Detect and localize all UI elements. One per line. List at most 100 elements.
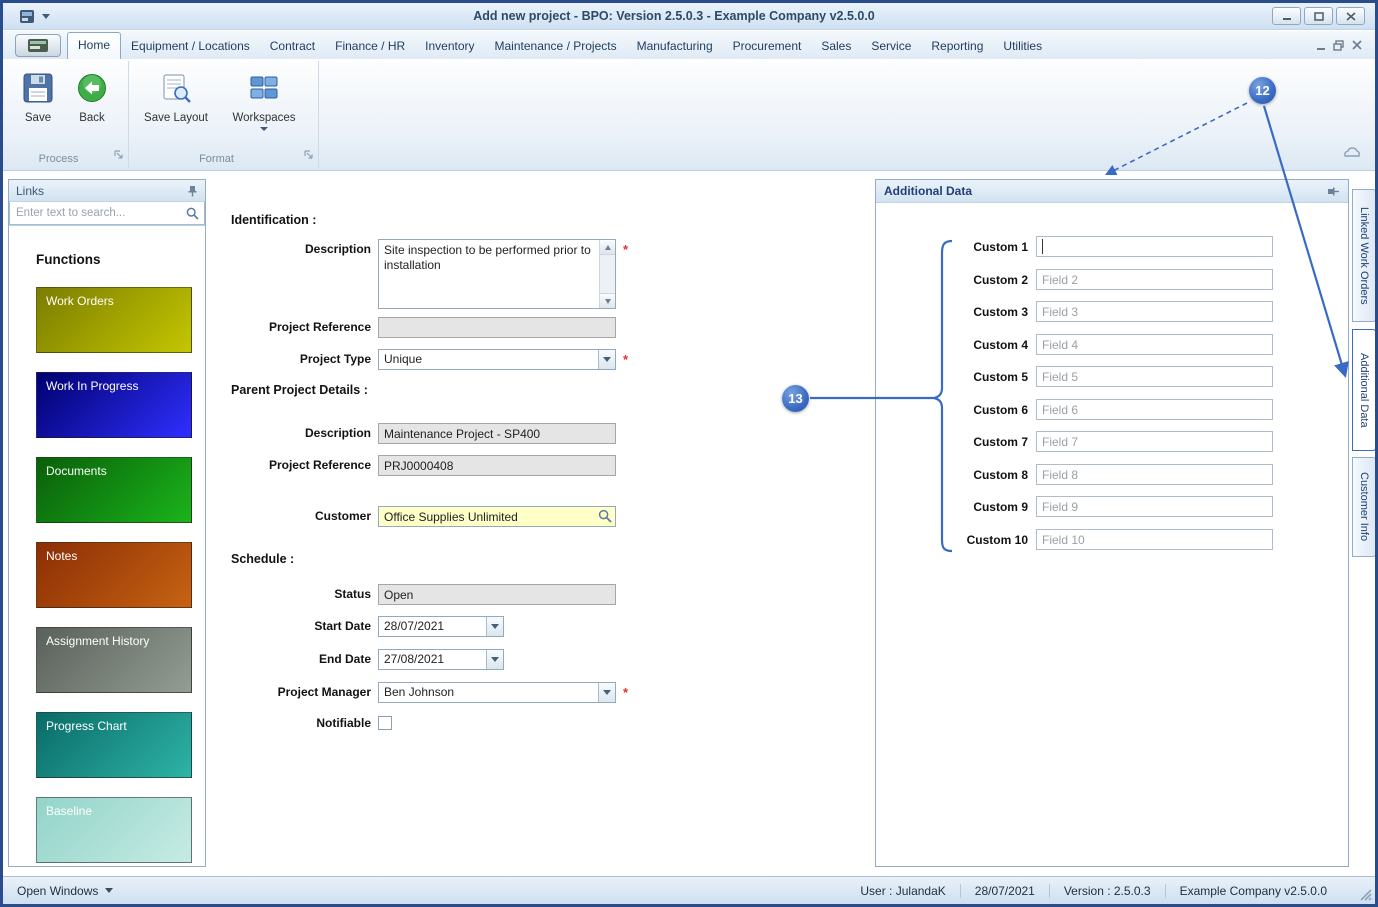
scroll-up-icon[interactable] xyxy=(600,240,615,255)
tab-finance-hr[interactable]: Finance / HR xyxy=(325,34,415,59)
project-reference-field xyxy=(378,317,616,338)
open-windows-dropdown-icon xyxy=(105,888,114,893)
start-date-row: Start Date 28/07/2021 xyxy=(228,616,504,637)
resize-grip-icon[interactable] xyxy=(1358,887,1372,901)
dropdown-arrow-icon[interactable] xyxy=(486,650,503,669)
tab-contract[interactable]: Contract xyxy=(260,34,325,59)
custom-10-row: Custom 10 xyxy=(878,529,1273,550)
minimize-button[interactable] xyxy=(1272,7,1301,25)
scroll-down-icon[interactable] xyxy=(600,293,615,308)
links-panel-title: Links xyxy=(16,183,45,198)
description-textarea[interactable]: Site inspection to be performed prior to… xyxy=(379,240,615,308)
custom-8-input[interactable] xyxy=(1036,464,1273,485)
tab-maintenance-projects[interactable]: Maintenance / Projects xyxy=(485,34,627,59)
project-reference-row: Project Reference xyxy=(228,317,616,338)
pin-icon[interactable] xyxy=(1327,186,1340,197)
status-row: Status xyxy=(228,584,616,605)
format-dialog-launcher-icon[interactable] xyxy=(304,146,313,164)
save-button[interactable]: Save xyxy=(11,69,65,124)
open-windows-button[interactable]: Open Windows xyxy=(3,884,114,898)
workspaces-button[interactable]: Workspaces xyxy=(225,69,303,131)
status-date: 28/07/2021 xyxy=(959,883,1049,898)
project-form: Identification : Description Site inspec… xyxy=(228,205,678,765)
custom-1-input[interactable] xyxy=(1036,236,1273,257)
project-type-value: Unique xyxy=(384,352,423,366)
custom-9-input[interactable] xyxy=(1036,496,1273,517)
tab-manufacturing[interactable]: Manufacturing xyxy=(627,34,723,59)
search-icon xyxy=(186,207,199,220)
end-date-picker[interactable]: 27/08/2021 xyxy=(378,649,504,670)
dropdown-arrow-icon[interactable] xyxy=(486,617,503,636)
custom-2-input[interactable] xyxy=(1036,269,1273,290)
save-layout-icon xyxy=(159,71,193,105)
customer-input[interactable] xyxy=(378,506,616,527)
notifiable-label: Notifiable xyxy=(316,716,371,730)
pin-icon[interactable] xyxy=(187,185,198,197)
start-date-picker[interactable]: 28/07/2021 xyxy=(378,616,504,637)
search-input[interactable] xyxy=(9,202,205,225)
back-button[interactable]: Back xyxy=(65,69,119,124)
tile-progress-chart[interactable]: Progress Chart xyxy=(36,712,192,778)
tile-work-orders[interactable]: Work Orders xyxy=(36,287,192,353)
customer-lookup-icon[interactable] xyxy=(598,509,612,523)
custom-4-row: Custom 4 xyxy=(878,334,1273,355)
mdi-close-icon[interactable] xyxy=(1351,40,1363,51)
back-button-label: Back xyxy=(79,112,105,124)
project-type-combobox[interactable]: Unique xyxy=(378,349,616,370)
custom-10-input[interactable] xyxy=(1036,529,1273,550)
functions-heading: Functions xyxy=(36,252,101,267)
tab-home[interactable]: Home xyxy=(67,32,122,59)
workspaces-icon xyxy=(247,71,281,105)
save-layout-button-label: Save Layout xyxy=(144,112,208,124)
mdi-minimize-icon[interactable] xyxy=(1315,40,1327,51)
tab-service[interactable]: Service xyxy=(861,34,921,59)
tile-notes[interactable]: Notes xyxy=(36,542,192,608)
ribbon-options-icon[interactable] xyxy=(1343,145,1361,163)
tab-reporting[interactable]: Reporting xyxy=(921,34,993,59)
tab-inventory[interactable]: Inventory xyxy=(415,34,484,59)
links-panel-body: Functions Work Orders Work In Progress D… xyxy=(9,226,205,866)
tab-procurement[interactable]: Procurement xyxy=(723,34,812,59)
tab-utilities[interactable]: Utilities xyxy=(993,34,1052,59)
side-tab-additional-data[interactable]: Additional Data xyxy=(1352,329,1375,451)
project-manager-required-marker: * xyxy=(623,685,629,700)
custom-2-row: Custom 2 xyxy=(878,269,1273,290)
side-tab-linked-work-orders[interactable]: Linked Work Orders xyxy=(1352,189,1375,322)
description-field[interactable]: Site inspection to be performed prior to… xyxy=(378,239,616,309)
custom-6-input[interactable] xyxy=(1036,399,1273,420)
dropdown-arrow-icon[interactable] xyxy=(598,350,615,369)
tile-work-in-progress[interactable]: Work In Progress xyxy=(36,372,192,438)
dropdown-arrow-icon[interactable] xyxy=(598,683,615,702)
side-tab-strip: Linked Work Orders Additional Data Custo… xyxy=(1352,179,1375,867)
application-menu-button[interactable] xyxy=(15,34,61,57)
maximize-button[interactable] xyxy=(1304,7,1333,25)
tab-equipment-locations[interactable]: Equipment / Locations xyxy=(121,34,260,59)
save-icon xyxy=(21,71,55,105)
close-button[interactable] xyxy=(1336,7,1365,25)
mdi-restore-icon[interactable] xyxy=(1333,40,1345,51)
side-tab-customer-info[interactable]: Customer Info xyxy=(1352,457,1375,557)
custom-7-label: Custom 7 xyxy=(973,434,1028,449)
tile-documents[interactable]: Documents xyxy=(36,457,192,523)
process-dialog-launcher-icon[interactable] xyxy=(114,146,123,164)
section-identification: Identification : xyxy=(231,213,317,227)
custom-4-input[interactable] xyxy=(1036,334,1273,355)
status-user: User : JulandaK xyxy=(860,883,946,898)
custom-7-input[interactable] xyxy=(1036,431,1273,452)
customer-field[interactable] xyxy=(378,506,616,527)
tab-sales[interactable]: Sales xyxy=(811,34,861,59)
workspaces-button-label: Workspaces xyxy=(232,112,296,124)
custom-5-input[interactable] xyxy=(1036,366,1273,387)
notifiable-row: Notifiable xyxy=(228,713,392,734)
save-layout-button[interactable]: Save Layout xyxy=(137,69,215,124)
project-manager-combobox[interactable]: Ben Johnson xyxy=(378,682,616,703)
tile-baseline[interactable]: Baseline xyxy=(36,797,192,863)
notifiable-checkbox[interactable] xyxy=(378,716,392,730)
tile-assignment-history[interactable]: Assignment History xyxy=(36,627,192,693)
qat-dropdown-icon[interactable] xyxy=(42,13,50,19)
custom-3-input[interactable] xyxy=(1036,301,1273,322)
custom-6-row: Custom 6 xyxy=(878,399,1273,420)
application-window: Add new project - BPO: Version 2.5.0.3 -… xyxy=(0,0,1378,907)
description-scrollbar[interactable] xyxy=(599,240,615,308)
callout-12: 12 xyxy=(1249,77,1276,104)
